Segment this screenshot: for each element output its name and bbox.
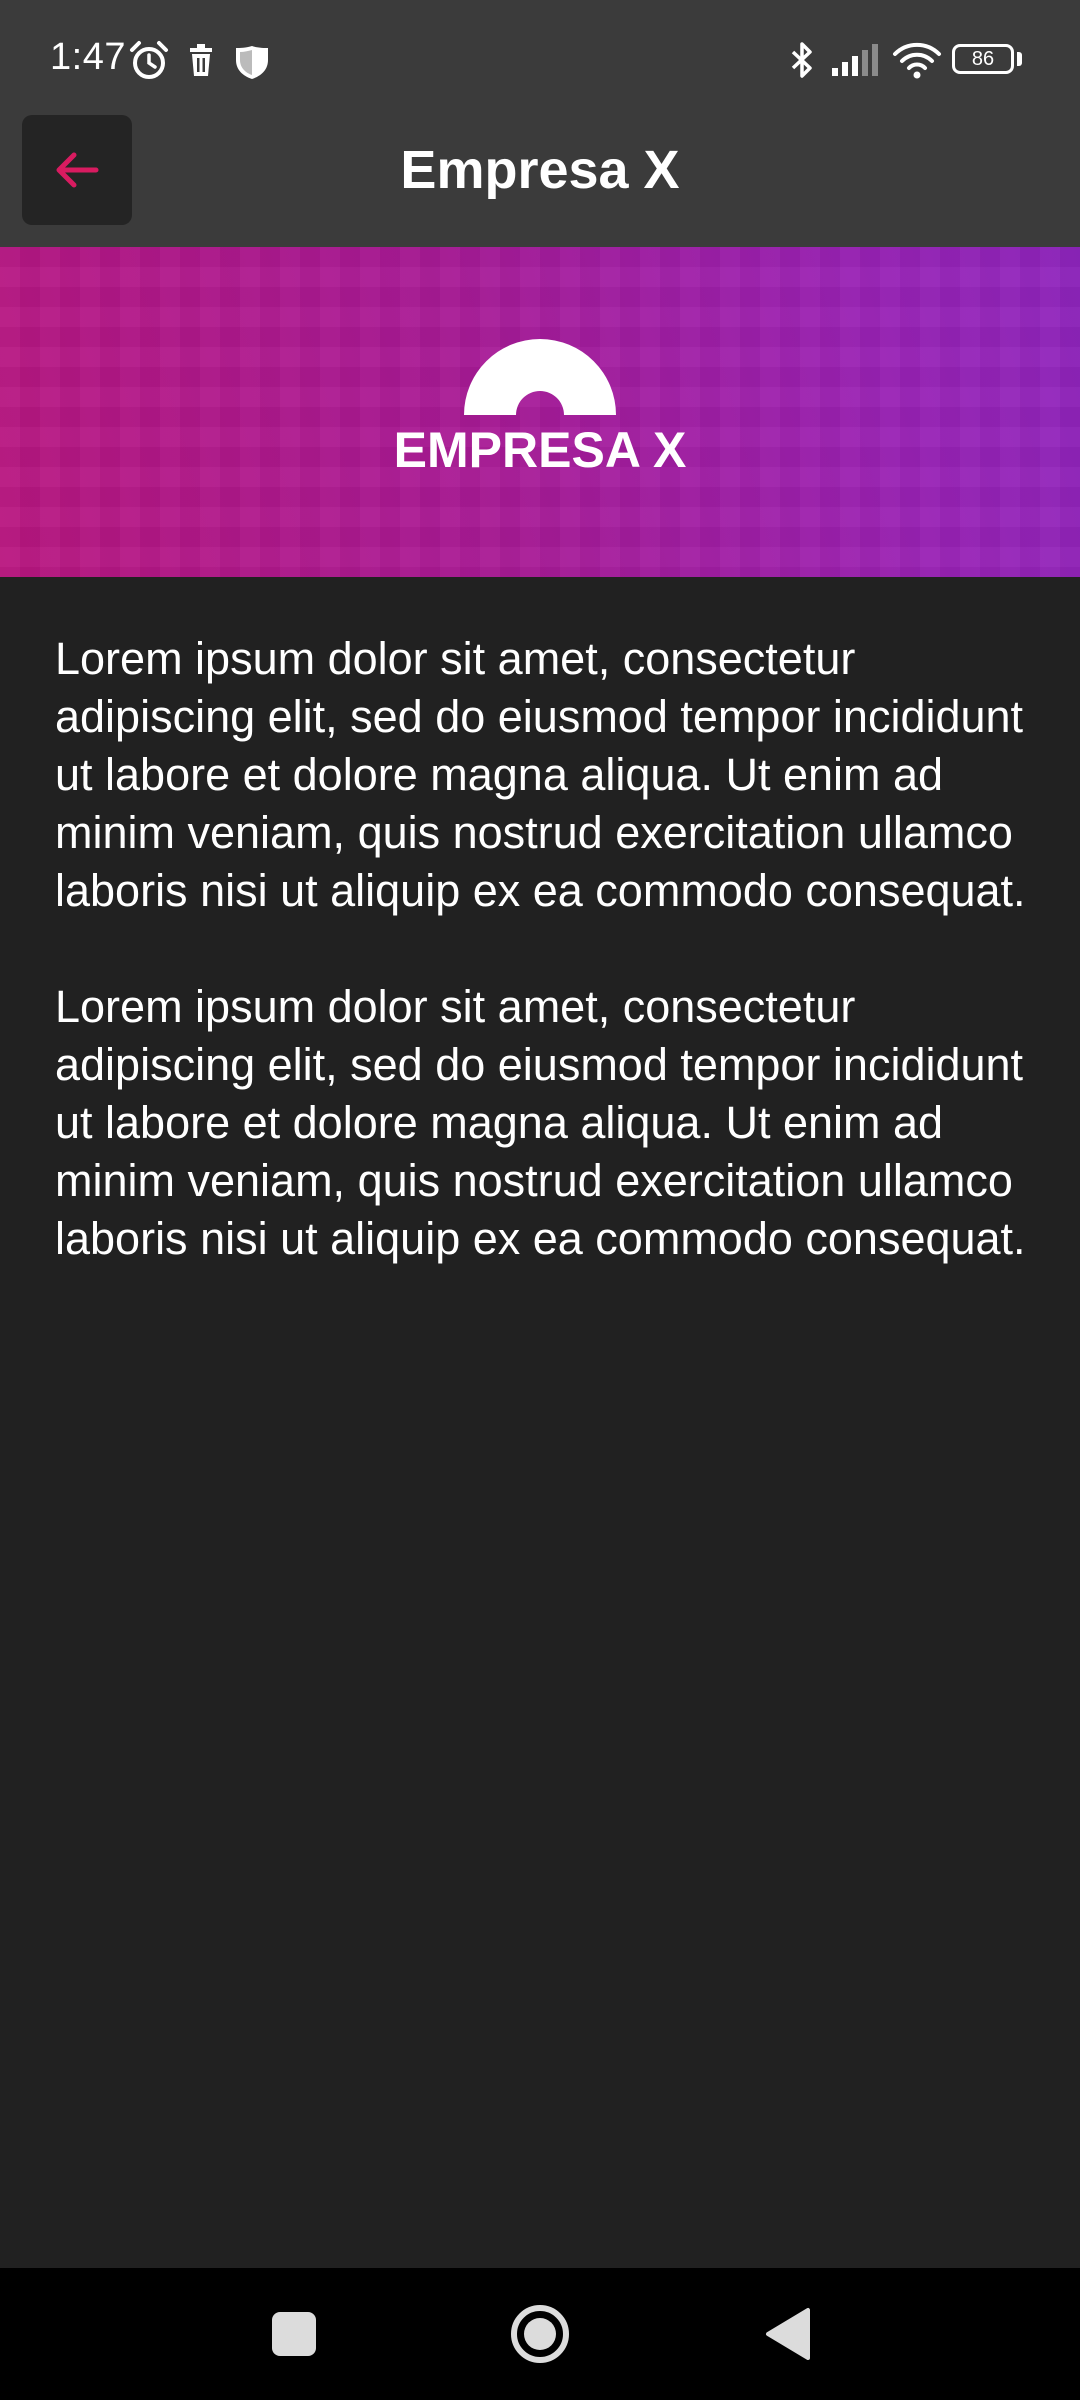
navigation-bar (0, 2268, 1080, 2400)
shield-icon (236, 46, 268, 79)
company-banner: EMPRESA X (0, 247, 1080, 577)
home-button[interactable] (480, 2268, 600, 2400)
page-title: Empresa X (400, 140, 680, 200)
system-back-button[interactable] (726, 2268, 846, 2400)
paragraph: Lorem ipsum dolor sit amet, consectetur … (55, 981, 1026, 1264)
app-bar: Empresa X (0, 115, 1080, 247)
battery-icon: 86 (952, 44, 1014, 74)
content-body: Lorem ipsum dolor sit amet, consectetur … (55, 630, 1035, 1326)
recents-icon (272, 2312, 316, 2356)
alarm-icon (130, 41, 168, 79)
battery-level: 86 (971, 48, 995, 70)
battery-tip (1017, 52, 1022, 66)
wifi-icon (893, 42, 941, 79)
company-logo-mark (464, 339, 616, 415)
bluetooth-icon (791, 42, 812, 78)
paragraph: Lorem ipsum dolor sit amet, consectetur … (55, 633, 1026, 916)
back-icon (766, 2308, 810, 2360)
company-logo-text: EMPRESA X (393, 422, 687, 478)
status-time: 1:47 (50, 36, 126, 78)
delete-icon (190, 44, 212, 76)
screen: 1:47 86 Empresa X EMPRESA X Lorem ipsum … (0, 0, 1080, 2400)
recents-button[interactable] (234, 2268, 354, 2400)
status-bar: 1:47 86 (0, 0, 1080, 115)
home-icon (511, 2305, 569, 2363)
signal-icon (832, 44, 878, 76)
